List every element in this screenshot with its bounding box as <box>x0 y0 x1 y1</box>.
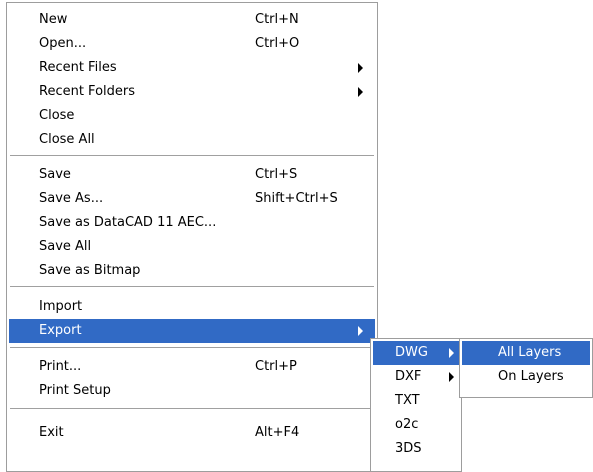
submenu-arrow-icon <box>358 87 363 97</box>
submenu-arrow-icon <box>358 63 363 73</box>
menu-item-new[interactable]: New Ctrl+N <box>9 8 375 32</box>
menu-item-label: New <box>39 12 68 27</box>
menu-item-shortcut: Alt+F4 <box>255 425 300 440</box>
menu-item-shortcut: Ctrl+O <box>255 36 300 51</box>
menu-item-save-as-datacad[interactable]: Save as DataCAD 11 AEC... <box>9 211 375 235</box>
menu-item-save[interactable]: Save Ctrl+S <box>9 163 375 187</box>
menu-item-exit[interactable]: Exit Alt+F4 <box>9 421 375 445</box>
menu-item-label: Recent Files <box>39 60 117 75</box>
file-menu: New Ctrl+N Open... Ctrl+O Recent Files R… <box>6 2 378 472</box>
submenu-item-label: On Layers <box>498 369 564 384</box>
menu-item-shortcut: Shift+Ctrl+S <box>255 191 338 206</box>
menu-item-label: Recent Folders <box>39 84 136 99</box>
menu-item-label: Save as Bitmap <box>39 263 141 278</box>
menu-separator <box>10 286 374 288</box>
export-item-3ds[interactable]: 3DS <box>373 437 459 461</box>
menu-item-shortcut: Ctrl+S <box>255 167 298 182</box>
export-item-dwg[interactable]: DWG <box>373 341 459 365</box>
export-item-txt[interactable]: TXT <box>373 389 459 413</box>
dwg-item-on-layers[interactable]: On Layers <box>462 365 590 389</box>
menu-item-shortcut: Ctrl+P <box>255 359 297 374</box>
menu-item-label: Save as DataCAD 11 AEC... <box>39 215 217 230</box>
submenu-arrow-icon <box>449 372 454 382</box>
menu-item-shortcut: Ctrl+N <box>255 12 299 27</box>
menu-item-save-as[interactable]: Save As... Shift+Ctrl+S <box>9 187 375 211</box>
menu-separator <box>10 408 374 410</box>
submenu-item-label: DXF <box>395 369 422 384</box>
menu-item-import[interactable]: Import <box>9 295 375 319</box>
submenu-item-label: All Layers <box>498 345 562 360</box>
menu-separator <box>10 155 374 157</box>
submenu-arrow-icon <box>449 348 454 358</box>
menu-item-label: Save All <box>39 239 92 254</box>
menu-item-label: Save <box>39 167 71 182</box>
submenu-item-label: 3DS <box>395 441 422 456</box>
menu-item-label: Exit <box>39 425 64 440</box>
submenu-item-label: TXT <box>395 393 420 408</box>
menu-separator <box>10 347 374 349</box>
menu-item-print-setup[interactable]: Print Setup <box>9 379 375 403</box>
dwg-submenu: All Layers On Layers <box>459 338 593 398</box>
menu-item-close-all[interactable]: Close All <box>9 128 375 152</box>
submenu-arrow-icon <box>358 326 363 336</box>
menu-item-save-as-bitmap[interactable]: Save as Bitmap <box>9 259 375 283</box>
menu-item-recent-folders[interactable]: Recent Folders <box>9 80 375 104</box>
menu-item-close[interactable]: Close <box>9 104 375 128</box>
menu-item-save-all[interactable]: Save All <box>9 235 375 259</box>
export-item-dxf[interactable]: DXF <box>373 365 459 389</box>
menu-item-label: Import <box>39 299 83 314</box>
export-item-o2c[interactable]: o2c <box>373 413 459 437</box>
export-submenu: DWG DXF TXT o2c 3DS <box>370 338 462 472</box>
menu-item-label: Print... <box>39 359 82 374</box>
menu-item-recent-files[interactable]: Recent Files <box>9 56 375 80</box>
menu-item-label: Export <box>39 323 82 338</box>
menu-item-print[interactable]: Print... Ctrl+P <box>9 355 375 379</box>
dwg-item-all-layers[interactable]: All Layers <box>462 341 590 365</box>
menu-item-label: Open... <box>39 36 87 51</box>
menu-item-label: Close All <box>39 132 95 147</box>
menu-item-export[interactable]: Export <box>9 319 375 343</box>
submenu-item-label: o2c <box>395 417 419 432</box>
menu-item-label: Print Setup <box>39 383 111 398</box>
menu-item-label: Save As... <box>39 191 104 206</box>
submenu-item-label: DWG <box>395 345 428 360</box>
menu-item-label: Close <box>39 108 75 123</box>
menu-item-open[interactable]: Open... Ctrl+O <box>9 32 375 56</box>
